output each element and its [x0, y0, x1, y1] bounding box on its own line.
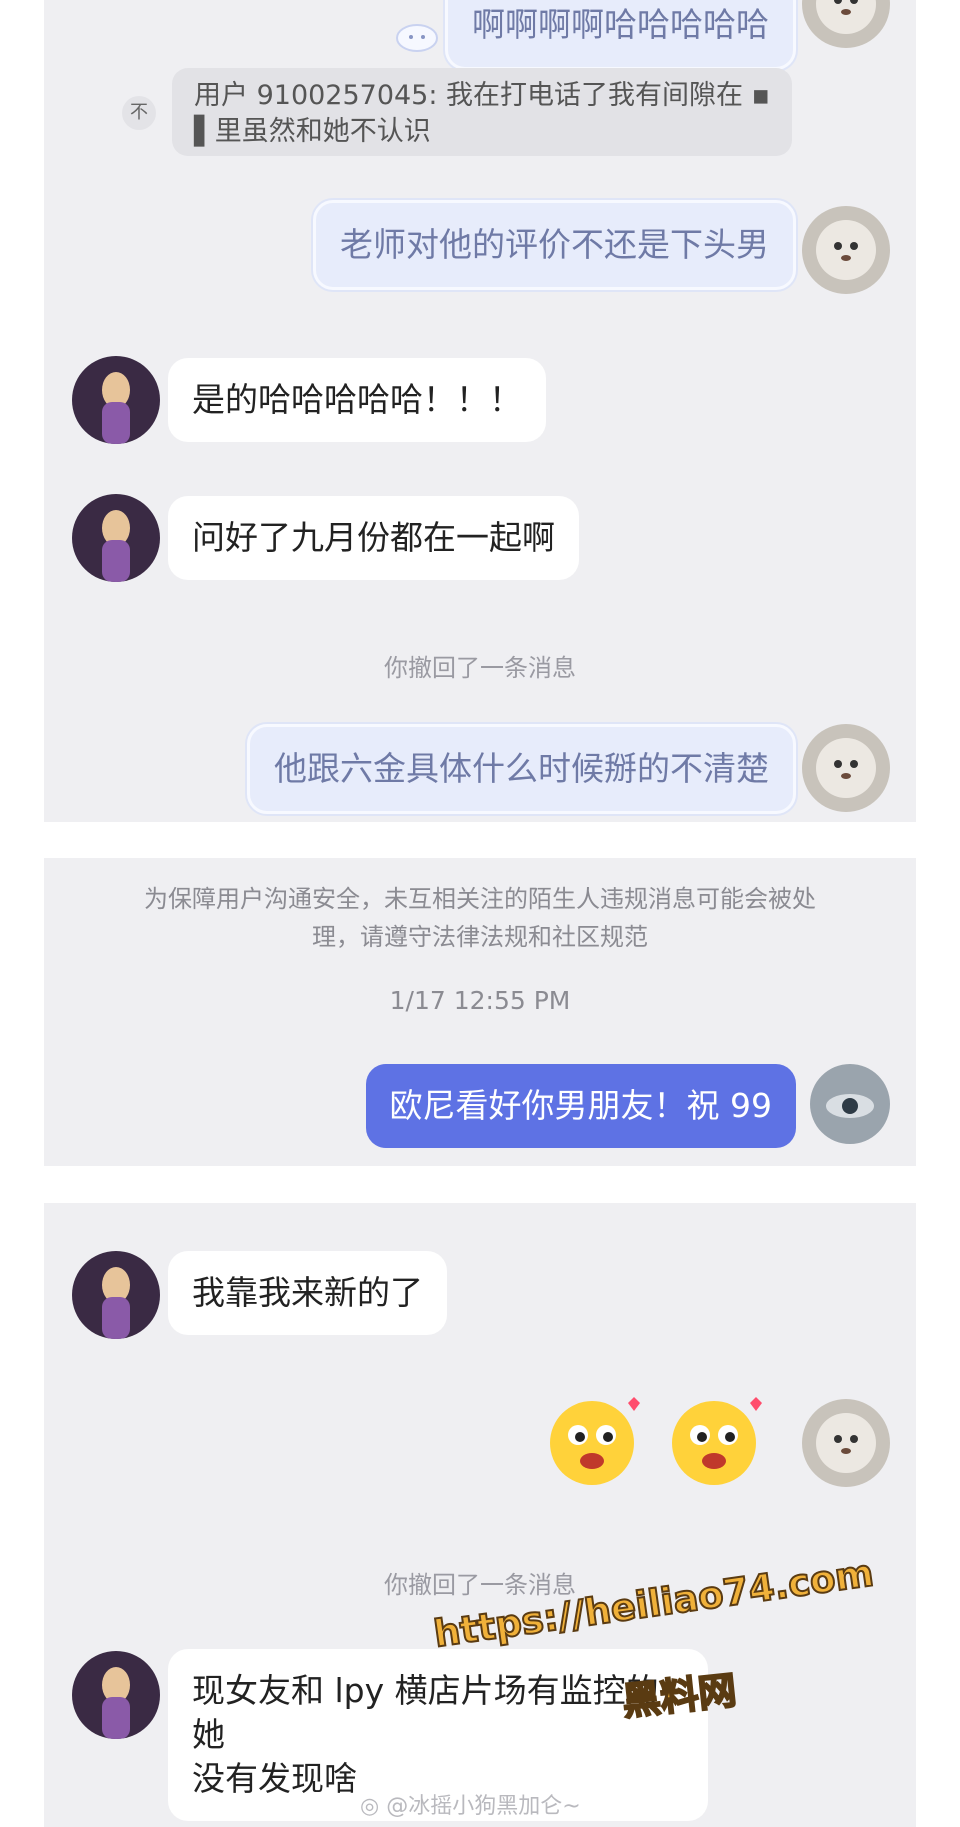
weibo-tag: ◎ @冰摇小狗黑加仑~ — [360, 1788, 581, 1820]
received-bubble-2[interactable]: 问好了九月份都在一起啊 — [168, 496, 579, 580]
avatar-girl-icon[interactable] — [72, 1251, 160, 1339]
sent-cloud-bubble-2[interactable]: 他跟六金具体什么时候掰的不清楚 — [247, 724, 796, 814]
weibo-handle: @冰摇小狗黑加仑~ — [386, 1794, 581, 1819]
received-bubble-4-line1: 现女友和 lpy 横店片场有监控的 她 — [192, 1671, 659, 1754]
avatar-dog-icon[interactable] — [802, 0, 890, 48]
heart-eyes-emoji-icon[interactable] — [664, 1389, 768, 1489]
avatar-dog-icon[interactable] — [802, 724, 890, 812]
quoted-message[interactable]: 用户 9100257045: 我在打电话了我有间隙在 ▪ ▌里虽然和她不认识 — [172, 68, 792, 156]
quote-icon: 不 — [122, 96, 156, 130]
received-bubble-3[interactable]: 我靠我来新的了 — [168, 1251, 447, 1335]
safety-notice: 为保障用户沟通安全，未互相关注的陌生人违规消息可能会被处理，请遵守法律法规和社区… — [144, 885, 816, 951]
timestamp: 1/17 12:55 PM — [389, 986, 571, 1015]
recall-notice: 你撤回了一条消息 — [384, 654, 576, 682]
avatar-eye-icon[interactable] — [810, 1064, 890, 1144]
sent-cloud-bubble-1[interactable]: 老师对他的评价不还是下头男 — [313, 200, 796, 290]
avatar-dog-icon[interactable] — [802, 1399, 890, 1487]
sent-blue-bubble[interactable]: 欧尼看好你男朋友！祝 99 — [365, 1064, 796, 1148]
chat-panel-2: 为保障用户沟通安全，未互相关注的陌生人违规消息可能会被处理，请遵守法律法规和社区… — [44, 858, 916, 1166]
sent-cloud-bubble-top[interactable]: 啊啊啊啊哈哈哈哈哈 — [445, 0, 796, 70]
cloud-sticker-icon — [394, 18, 440, 58]
chat-panel-1: 啊啊啊啊哈哈哈哈哈 不 用户 9100257045: 我在打电话了我有间隙在 ▪… — [44, 0, 916, 822]
chat-panel-3: 我靠我来新的了 你撤回了一条消息 现女友和 lpy 横店片场有监控的 她 没有发… — [44, 1203, 916, 1827]
heart-eyes-emoji-icon[interactable] — [542, 1389, 646, 1489]
avatar-girl-icon[interactable] — [72, 356, 160, 444]
weibo-icon: ◎ — [360, 1794, 380, 1819]
chat-screenshot: 啊啊啊啊哈哈哈哈哈 不 用户 9100257045: 我在打电话了我有间隙在 ▪… — [0, 0, 960, 1827]
avatar-dog-icon[interactable] — [802, 206, 890, 294]
avatar-girl-icon[interactable] — [72, 494, 160, 582]
avatar-girl-icon[interactable] — [72, 1651, 160, 1739]
received-bubble-1[interactable]: 是的哈哈哈哈哈！！！ — [168, 358, 546, 442]
